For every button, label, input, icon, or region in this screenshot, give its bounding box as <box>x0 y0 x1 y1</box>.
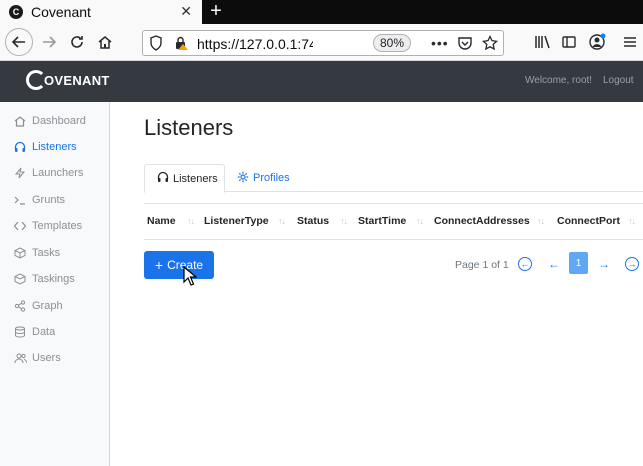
sidebar: Dashboard Listeners Launchers Grunts Tem… <box>0 102 110 466</box>
brand-text: OVENANT <box>44 72 110 88</box>
gear-icon <box>237 171 249 186</box>
sidebar-item-users[interactable]: Users <box>13 349 61 367</box>
plus-icon: + <box>154 257 164 273</box>
terminal-icon <box>13 193 27 207</box>
listener-tabs: Listeners Profiles <box>144 164 643 193</box>
column-header-listenertype[interactable]: ListenerType <box>204 215 269 227</box>
new-tab-icon[interactable]: + <box>206 0 226 24</box>
database-icon <box>13 325 27 339</box>
column-header-connectport[interactable]: ConnectPort <box>557 215 620 227</box>
address-bar[interactable]: https://127.0.0.1:7443/liste 80% ••• <box>142 30 504 56</box>
tab-listeners[interactable]: Listeners <box>144 164 225 193</box>
sidebar-item-label: Launchers <box>32 167 84 179</box>
sidebar-item-label: Templates <box>32 220 83 232</box>
next-page-icon[interactable]: → <box>595 255 613 273</box>
tab-profiles[interactable]: Profiles <box>237 164 290 192</box>
sidebar-item-label: Data <box>32 326 56 338</box>
covenant-favicon-icon: C <box>9 5 23 19</box>
shield-icon[interactable] <box>149 35 163 54</box>
logout-link[interactable]: Logout <box>603 75 634 86</box>
close-tab-icon[interactable]: ✕ <box>180 3 192 20</box>
tab-title: Covenant <box>31 4 91 20</box>
zoom-level-badge[interactable]: 80% <box>373 34 412 52</box>
bookmark-star-icon[interactable] <box>481 34 499 54</box>
share-icon <box>13 299 27 313</box>
browser-tab[interactable]: C Covenant ✕ <box>0 0 202 24</box>
back-arrow-icon[interactable] <box>5 28 33 56</box>
bolt-icon <box>13 166 27 180</box>
column-header-connectaddresses[interactable]: ConnectAddresses <box>434 215 530 227</box>
sidebar-item-graph[interactable]: Graph <box>13 297 63 315</box>
sidebar-item-listeners[interactable]: Listeners <box>13 138 77 156</box>
first-page-icon[interactable]: ← <box>518 257 532 271</box>
sidebar-item-label: Users <box>32 352 61 364</box>
url-text: https://127.0.0.1:7443/liste <box>197 36 313 52</box>
sidebar-item-label: Dashboard <box>32 115 86 127</box>
previous-page-icon[interactable]: ← <box>545 255 563 273</box>
library-icon[interactable] <box>530 29 556 55</box>
current-page-button[interactable]: 1 <box>569 252 588 274</box>
sidebar-item-label: Graph <box>32 300 63 312</box>
browser-nav-bar: https://127.0.0.1:7443/liste 80% ••• <box>0 24 643 61</box>
tab-label: Listeners <box>173 172 218 185</box>
sidebar-item-label: Listeners <box>32 141 77 153</box>
sort-icon[interactable]: ↑↓ <box>278 216 286 226</box>
sort-icon[interactable]: ↑↓ <box>416 216 424 226</box>
sort-icon[interactable]: ↑↓ <box>537 216 545 226</box>
reload-icon[interactable] <box>64 29 90 55</box>
sidebar-toggle-icon[interactable] <box>556 29 582 55</box>
forward-arrow-icon[interactable] <box>36 29 62 55</box>
pocket-icon[interactable] <box>457 35 473 54</box>
column-header-starttime[interactable]: StartTime <box>358 215 406 227</box>
box-icon <box>13 246 27 260</box>
sidebar-item-launchers[interactable]: Launchers <box>13 164 83 182</box>
column-header-status[interactable]: Status <box>297 215 329 227</box>
layers-icon <box>13 272 27 286</box>
insecure-lock-icon[interactable] <box>173 35 189 54</box>
page-actions-icon[interactable]: ••• <box>431 35 449 51</box>
menu-hamburger-icon[interactable] <box>617 29 643 55</box>
sidebar-item-label: Tasks <box>32 247 61 259</box>
sort-icon[interactable]: ↑↓ <box>340 216 348 226</box>
pagination-info: Page 1 of 1 <box>455 259 509 271</box>
last-page-icon[interactable]: → <box>625 257 639 271</box>
covenant-logo-icon <box>26 70 46 90</box>
users-icon <box>13 351 27 365</box>
listeners-table-header: Name ↑↓ ListenerType ↑↓ Status ↑↓ StartT… <box>144 203 643 240</box>
column-header-name[interactable]: Name <box>147 215 176 227</box>
headphones-icon <box>13 140 27 154</box>
covenant-logo[interactable]: OVENANT <box>26 70 110 90</box>
sort-icon[interactable]: ↑↓ <box>187 216 195 226</box>
account-icon[interactable] <box>584 29 610 55</box>
create-listener-button[interactable]: + Create <box>144 251 214 279</box>
code-icon <box>13 219 27 233</box>
mouse-pointer-icon <box>183 265 198 289</box>
app-header: OVENANT Welcome, root! Logout <box>0 61 643 102</box>
sidebar-item-templates[interactable]: Templates <box>13 217 82 235</box>
browser-tab-bar: C Covenant ✕ + <box>0 0 643 24</box>
home-icon <box>13 114 27 128</box>
sort-icon[interactable]: ↑↓ <box>628 216 636 226</box>
sidebar-item-label: Grunts <box>32 194 66 206</box>
sidebar-item-data[interactable]: Data <box>13 323 55 341</box>
sidebar-item-dashboard[interactable]: Dashboard <box>13 112 86 130</box>
tab-label: Profiles <box>253 172 290 184</box>
headphones-icon <box>157 171 169 186</box>
sidebar-item-grunts[interactable]: Grunts <box>13 191 65 209</box>
sidebar-item-taskings[interactable]: Taskings <box>13 270 75 288</box>
sidebar-item-label: Taskings <box>32 273 75 285</box>
welcome-text: Welcome, root! <box>525 75 593 86</box>
sidebar-item-tasks[interactable]: Tasks <box>13 244 60 262</box>
page-title: Listeners <box>144 115 234 140</box>
home-icon[interactable] <box>92 29 118 55</box>
